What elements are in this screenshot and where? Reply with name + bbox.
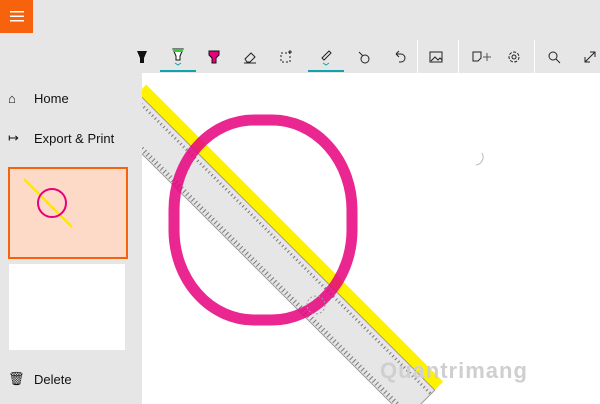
ballpoint-pen-icon bbox=[137, 50, 147, 63]
selection-icon bbox=[280, 49, 292, 62]
gear-icon bbox=[508, 51, 520, 62]
selection-button[interactable] bbox=[268, 40, 304, 73]
touch-writing-icon bbox=[358, 51, 370, 63]
highlighter-button[interactable] bbox=[196, 40, 232, 73]
eraser-icon bbox=[244, 51, 256, 63]
expand-icon bbox=[584, 51, 596, 62]
undo-button[interactable] bbox=[382, 40, 418, 73]
ink-layer bbox=[142, 84, 484, 404]
settings-button[interactable] bbox=[496, 40, 532, 73]
hamburger-icon bbox=[9, 11, 24, 22]
export-arrow-icon: ↦ bbox=[8, 130, 19, 145]
ruler-icon bbox=[321, 49, 332, 66]
search-icon bbox=[548, 51, 561, 63]
drawing-canvas[interactable] bbox=[142, 73, 600, 404]
fullscreen-button[interactable] bbox=[572, 40, 600, 73]
page-thumbnail-1[interactable] bbox=[8, 167, 128, 259]
add-page-icon bbox=[472, 51, 491, 61]
ballpoint-pen-button[interactable] bbox=[124, 40, 160, 73]
thumbnail-preview bbox=[23, 178, 73, 228]
ruler-button[interactable] bbox=[308, 40, 344, 73]
ruler[interactable] bbox=[142, 84, 444, 404]
trash-icon: 🗑 bbox=[8, 371, 25, 386]
pencil-button[interactable] bbox=[160, 40, 196, 73]
page-thumbnail-2[interactable] bbox=[9, 264, 125, 350]
sidebar-item-export[interactable]: ↦ Export & Print bbox=[8, 130, 114, 146]
add-image-button[interactable] bbox=[418, 40, 454, 73]
watermark: Quantrimang bbox=[380, 358, 528, 383]
eraser-button[interactable] bbox=[232, 40, 268, 73]
zoom-button[interactable] bbox=[536, 40, 572, 73]
menu-button[interactable] bbox=[0, 0, 33, 33]
home-icon: ⌂ bbox=[8, 91, 16, 106]
undo-icon bbox=[395, 50, 406, 62]
sidebar: ⌂ Home ↦ Export & Print 🗑 Delete bbox=[0, 73, 142, 404]
sidebar-item-home[interactable]: ⌂ Home bbox=[8, 91, 69, 106]
toolbar bbox=[120, 40, 600, 73]
highlighter-icon bbox=[208, 50, 220, 63]
sidebar-item-delete[interactable]: 🗑 Delete bbox=[8, 371, 72, 387]
touch-writing-button[interactable] bbox=[346, 40, 382, 73]
pencil-icon bbox=[172, 48, 184, 66]
image-icon bbox=[429, 51, 443, 62]
